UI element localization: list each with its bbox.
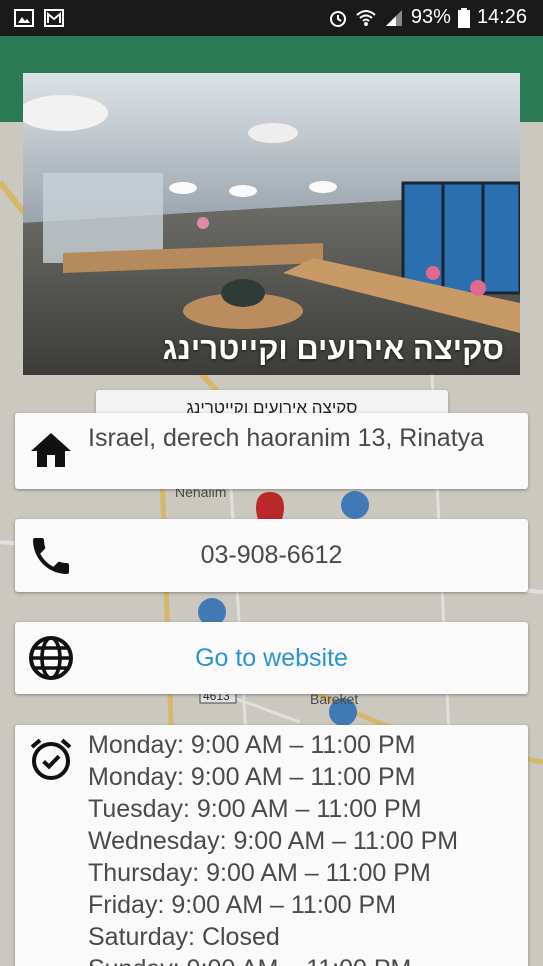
- phone-card[interactable]: 03-908-6612: [15, 519, 528, 592]
- home-icon: [31, 433, 71, 467]
- battery-icon: [457, 7, 470, 28]
- hours-line: Saturday: Closed: [88, 923, 280, 951]
- alarm-icon: [329, 10, 346, 27]
- battery-percent: 93%: [410, 6, 451, 28]
- hours-line: Tuesday: 9:00 AM – 11:00 PM: [88, 795, 422, 823]
- hours-line: Friday: 9:00 AM – 11:00 PM: [88, 891, 397, 919]
- hours-line: Thursday: 9:00 AM – 11:00 PM: [88, 859, 431, 887]
- phone-number: 03-908-6612: [200, 541, 343, 569]
- venue-title: סקיצה אירועים וקייטרינג: [162, 331, 504, 366]
- alarm-check-icon: [30, 738, 72, 780]
- clock: 14:26: [476, 6, 527, 28]
- hours-line: Wednesday: 9:00 AM – 11:00 PM: [88, 827, 459, 855]
- address-card[interactable]: Israel, derech haoranim 13, Rinatya: [15, 413, 528, 489]
- status-bar: 93% 14:26: [0, 0, 543, 36]
- wifi-icon: [356, 9, 376, 26]
- website-card[interactable]: Go to website: [15, 622, 528, 694]
- address-text: Israel, derech haoranim 13, Rinatya: [88, 424, 485, 452]
- hours-line: Monday: 9:00 AM – 11:00 PM: [88, 731, 416, 759]
- hours-card: Monday: 9:00 AM – 11:00 PM Monday: 9:00 …: [15, 725, 528, 966]
- image-notification-icon: [14, 9, 34, 27]
- hours-line: Sunday: 9:00 AM – 11:00 PM: [88, 953, 458, 966]
- hours-list: Monday: 9:00 AM – 11:00 PM Monday: 9:00 …: [88, 729, 458, 966]
- signal-icon: [385, 9, 402, 26]
- venue-photo: סקיצה אירועים וקייטרינג: [23, 73, 520, 375]
- website-link[interactable]: Go to website: [15, 622, 528, 694]
- hours-line: Monday: 9:00 AM – 11:00 PM: [88, 763, 416, 791]
- mail-notification-icon: [44, 9, 64, 27]
